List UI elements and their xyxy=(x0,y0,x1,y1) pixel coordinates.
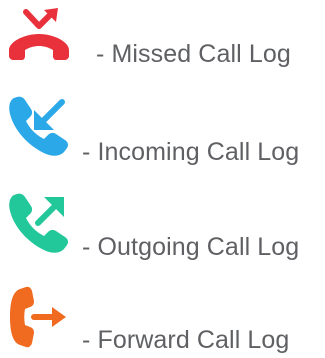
legend-label-missed: - Missed Call Log xyxy=(96,40,291,68)
outgoing-call-icon xyxy=(6,191,72,257)
legend-item-missed: - Missed Call Log xyxy=(0,0,325,80)
legend-item-forward: - Forward Call Log xyxy=(0,285,325,358)
forward-call-icon xyxy=(6,285,72,351)
missed-call-icon xyxy=(6,6,72,62)
legend-item-incoming: - Incoming Call Log xyxy=(0,92,325,172)
legend-item-outgoing: - Outgoing Call Log xyxy=(0,185,325,270)
incoming-call-icon xyxy=(6,94,72,160)
legend-label-incoming: - Incoming Call Log xyxy=(82,138,300,166)
legend-label-outgoing: - Outgoing Call Log xyxy=(82,233,300,261)
call-log-legend: - Missed Call Log - Incoming Call Log - … xyxy=(0,0,325,358)
legend-label-forward: - Forward Call Log xyxy=(82,326,290,354)
